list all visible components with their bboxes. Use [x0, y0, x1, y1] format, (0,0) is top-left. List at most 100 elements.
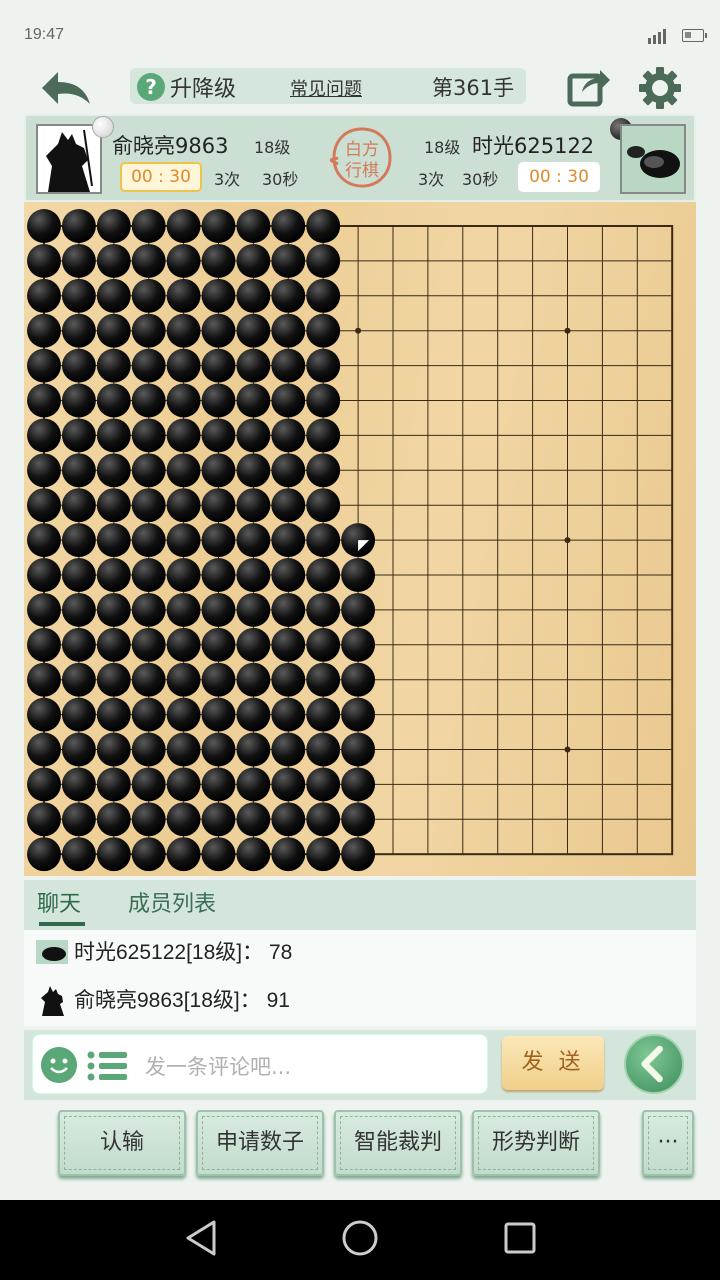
black-stone[interactable]	[271, 488, 306, 523]
black-stone[interactable]	[27, 767, 61, 802]
black-stone[interactable]	[201, 732, 236, 767]
black-stone[interactable]	[341, 662, 376, 697]
black-stone[interactable]	[27, 802, 61, 837]
black-stone[interactable]	[201, 418, 236, 453]
black-stone[interactable]	[271, 523, 306, 558]
black-stone[interactable]	[131, 767, 166, 802]
black-stone[interactable]	[341, 767, 376, 802]
black-stone[interactable]	[236, 767, 271, 802]
black-stone[interactable]	[131, 418, 166, 453]
black-stone[interactable]	[201, 209, 236, 243]
black-stone[interactable]	[131, 627, 166, 662]
black-stone[interactable]	[96, 627, 131, 662]
black-stone[interactable]	[131, 732, 166, 767]
black-stone[interactable]	[201, 697, 236, 732]
black-stone[interactable]	[201, 348, 236, 383]
player-left-avatar[interactable]	[36, 124, 102, 194]
black-stone[interactable]	[236, 592, 271, 627]
black-stone[interactable]	[27, 488, 61, 523]
black-stone[interactable]	[236, 418, 271, 453]
black-stone[interactable]	[306, 802, 341, 837]
nav-back-icon[interactable]	[184, 1218, 218, 1258]
black-stone[interactable]	[27, 348, 61, 383]
black-stone[interactable]	[306, 488, 341, 523]
black-stone[interactable]	[166, 627, 201, 662]
black-stone[interactable]	[166, 767, 201, 802]
black-stone[interactable]	[131, 523, 166, 558]
black-stone[interactable]	[341, 837, 376, 872]
black-stone[interactable]	[96, 732, 131, 767]
black-stone[interactable]	[96, 802, 131, 837]
black-stone[interactable]	[166, 592, 201, 627]
black-stone[interactable]	[27, 592, 61, 627]
black-stone[interactable]	[236, 523, 271, 558]
black-stone[interactable]	[271, 732, 306, 767]
black-stone[interactable]	[96, 837, 131, 872]
black-stone[interactable]	[96, 767, 131, 802]
black-stone[interactable]	[131, 383, 166, 418]
black-stone[interactable]	[271, 209, 306, 243]
black-stone[interactable]	[271, 453, 306, 488]
black-stone[interactable]	[96, 209, 131, 243]
black-stone[interactable]	[61, 662, 96, 697]
black-stone[interactable]	[61, 209, 96, 243]
black-stone[interactable]	[271, 697, 306, 732]
black-stone[interactable]	[96, 418, 131, 453]
black-stone[interactable]	[236, 558, 271, 592]
black-stone[interactable]	[271, 383, 306, 418]
black-stone[interactable]	[61, 313, 96, 348]
black-stone[interactable]	[27, 523, 61, 558]
black-stone[interactable]	[236, 732, 271, 767]
smart-judge-button[interactable]: 智能裁判	[334, 1110, 462, 1176]
black-stone[interactable]	[236, 662, 271, 697]
black-stone[interactable]	[271, 662, 306, 697]
black-stone[interactable]	[306, 209, 341, 243]
black-stone[interactable]	[131, 243, 166, 278]
black-stone[interactable]	[236, 243, 271, 278]
black-stone[interactable]	[61, 453, 96, 488]
tab-chat[interactable]: 聊天	[37, 886, 86, 926]
black-stone[interactable]	[96, 662, 131, 697]
black-stone[interactable]	[27, 418, 61, 453]
tab-members[interactable]: 成员列表	[128, 886, 216, 918]
black-stone[interactable]	[131, 697, 166, 732]
black-stone[interactable]	[236, 488, 271, 523]
black-stone[interactable]	[166, 837, 201, 872]
rank-label[interactable]: 升降级	[170, 71, 236, 103]
black-stone[interactable]	[96, 313, 131, 348]
black-stone[interactable]	[201, 662, 236, 697]
black-stone[interactable]	[236, 383, 271, 418]
black-stone[interactable]	[341, 592, 376, 627]
black-stone[interactable]	[27, 837, 61, 872]
black-stone[interactable]	[61, 697, 96, 732]
resign-button[interactable]: 认输	[58, 1110, 186, 1176]
black-stone[interactable]	[306, 732, 341, 767]
black-stone[interactable]	[166, 348, 201, 383]
black-stone[interactable]	[236, 348, 271, 383]
black-stone[interactable]	[201, 243, 236, 278]
black-stone[interactable]	[201, 837, 236, 872]
black-stone[interactable]	[271, 592, 306, 627]
back-arrow-icon[interactable]	[38, 68, 94, 108]
black-stone[interactable]	[96, 697, 131, 732]
black-stone[interactable]	[166, 313, 201, 348]
black-stone[interactable]	[96, 383, 131, 418]
black-stone[interactable]	[166, 243, 201, 278]
black-stone[interactable]	[306, 767, 341, 802]
black-stone[interactable]	[271, 243, 306, 278]
black-stone[interactable]	[27, 209, 61, 243]
black-stone[interactable]	[61, 627, 96, 662]
black-stone[interactable]	[61, 418, 96, 453]
black-stone[interactable]	[96, 558, 131, 592]
black-stone[interactable]	[131, 837, 166, 872]
black-stone[interactable]	[271, 313, 306, 348]
black-stone[interactable]	[131, 278, 166, 313]
black-stone[interactable]	[61, 802, 96, 837]
black-stone[interactable]	[201, 558, 236, 592]
black-stone[interactable]	[131, 802, 166, 837]
black-stone[interactable]	[341, 802, 376, 837]
black-stone[interactable]	[96, 488, 131, 523]
black-stone[interactable]	[306, 523, 341, 558]
black-stone[interactable]	[96, 592, 131, 627]
black-stone[interactable]	[341, 732, 376, 767]
